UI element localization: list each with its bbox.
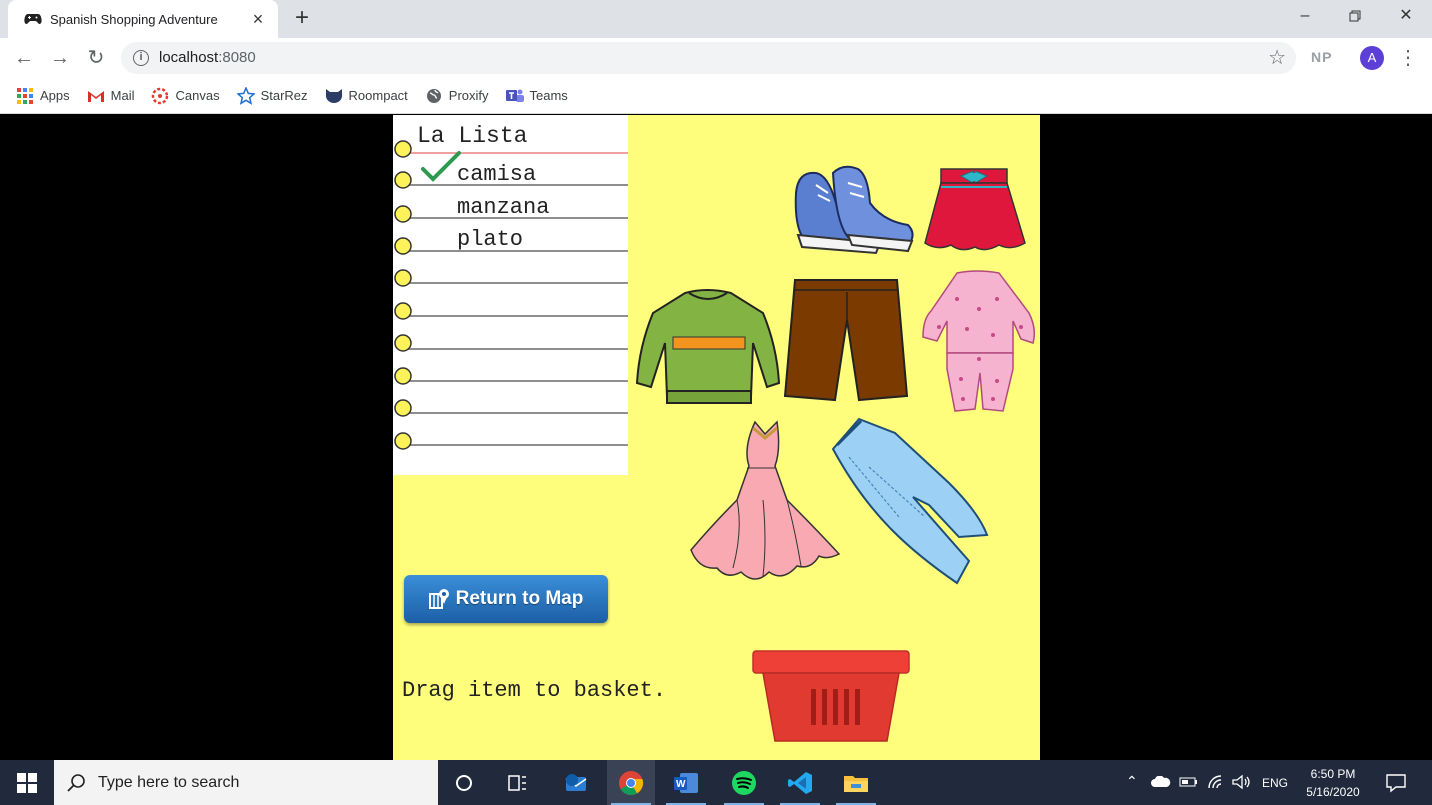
clock-date: 5/16/2020 — [1306, 785, 1360, 799]
skirt-item[interactable] — [921, 167, 1029, 255]
browser-toolbar: ← → ↻ i localhost:8080 ☆ NP A ⋮ — [0, 38, 1432, 78]
browser-tab[interactable]: Spanish Shopping Adventure × — [8, 0, 278, 38]
bookmark-label: StarRez — [260, 88, 308, 103]
sneakers-item[interactable] — [788, 163, 918, 263]
battery-icon[interactable] — [1179, 776, 1199, 788]
notifications-icon[interactable] — [1385, 772, 1407, 794]
chrome-app-icon[interactable] — [607, 760, 655, 805]
onedrive-icon[interactable] — [1151, 776, 1171, 788]
list-title: La Lista — [417, 123, 528, 149]
bookmark-roompact[interactable]: Roompact — [325, 87, 408, 105]
input-language[interactable]: ENG — [1262, 776, 1288, 790]
reload-icon[interactable]: ↻ — [82, 44, 110, 72]
drag-hint-text: Drag item to basket. — [402, 678, 667, 703]
map-pin-icon — [428, 589, 449, 609]
page-viewport: La Lista camisa manzana plato Return to … — [0, 115, 1432, 760]
minimize-icon[interactable]: – — [1280, 0, 1330, 32]
canvas-icon — [151, 87, 169, 105]
list-item: plato — [457, 227, 524, 252]
globe-icon — [425, 87, 443, 105]
clock-time: 6:50 PM — [1310, 767, 1356, 781]
search-placeholder: Type here to search — [98, 773, 240, 791]
windows-start-icon[interactable] — [0, 760, 54, 805]
address-bar[interactable]: i localhost:8080 ☆ — [121, 42, 1296, 74]
bookmark-label: Teams — [529, 88, 568, 103]
bookmark-apps[interactable]: Apps — [16, 87, 70, 105]
browser-tab-strip: Spanish Shopping Adventure × + – ✕ — [0, 0, 1432, 38]
game-canvas: La Lista camisa manzana plato Return to … — [393, 115, 1040, 760]
apps-grid-icon — [16, 87, 34, 105]
checkmark-icon — [421, 151, 461, 182]
task-view-icon[interactable] — [494, 760, 542, 805]
starrez-icon — [236, 86, 255, 105]
return-to-map-button[interactable]: Return to Map — [404, 575, 608, 623]
list-item: camisa — [457, 162, 537, 187]
close-tab-icon[interactable]: × — [248, 9, 268, 30]
list-item: manzana — [457, 195, 550, 220]
info-icon[interactable]: i — [133, 50, 149, 66]
spotify-app-icon[interactable] — [720, 760, 768, 805]
pants-item[interactable] — [783, 278, 909, 403]
bookmark-label: Mail — [110, 88, 135, 103]
dress-item[interactable] — [687, 420, 843, 586]
file-explorer-icon[interactable] — [832, 760, 880, 805]
bookmark-label: Apps — [40, 88, 70, 103]
sweater-item[interactable] — [633, 287, 783, 409]
bookmark-label: Canvas — [175, 88, 220, 103]
return-button-label: Return to Map — [455, 588, 584, 609]
extension-np[interactable]: NP — [1311, 49, 1332, 65]
pajamas-item[interactable] — [917, 269, 1039, 413]
vscode-app-icon[interactable] — [776, 760, 824, 805]
restore-icon[interactable] — [1330, 0, 1380, 32]
word-app-icon[interactable]: W — [662, 760, 710, 805]
bookmark-mail[interactable]: Mail — [87, 87, 135, 105]
more-menu-icon[interactable]: ⋮ — [1398, 45, 1418, 70]
taskbar-clock[interactable]: 6:50 PM 5/16/2020 — [1296, 765, 1370, 801]
tray-chevron-icon[interactable]: ⌃ — [1126, 773, 1138, 790]
bookmarks-bar: Apps Mail Canvas StarRez Roompact Proxif… — [0, 78, 1432, 114]
bookmark-label: Roompact — [348, 88, 408, 103]
taskbar-search-box[interactable]: Type here to search — [54, 760, 438, 805]
jeans-item[interactable] — [829, 417, 991, 587]
new-tab-button[interactable]: + — [288, 5, 316, 33]
profile-avatar[interactable]: A — [1360, 46, 1384, 70]
close-window-icon[interactable]: ✕ — [1381, 0, 1431, 32]
gmail-icon — [87, 87, 105, 105]
url-text: localhost:8080 — [159, 49, 256, 66]
bookmark-star-icon[interactable]: ☆ — [1268, 45, 1286, 70]
roompact-icon — [325, 87, 343, 105]
wifi-icon[interactable] — [1207, 774, 1225, 790]
svg-text:W: W — [676, 779, 686, 790]
gamepad-icon — [24, 12, 42, 26]
tab-title: Spanish Shopping Adventure — [50, 11, 218, 27]
bookmark-canvas[interactable]: Canvas — [151, 87, 220, 105]
shopping-list-notepad: La Lista camisa manzana plato — [393, 115, 628, 475]
bookmark-proxify[interactable]: Proxify — [425, 87, 489, 105]
forward-arrow-icon[interactable]: → — [46, 44, 74, 72]
back-arrow-icon[interactable]: ← — [10, 44, 38, 72]
shopping-basket[interactable] — [751, 649, 911, 745]
volume-icon[interactable] — [1231, 774, 1251, 790]
bookmark-starrez[interactable]: StarRez — [236, 86, 308, 105]
bookmark-label: Proxify — [448, 88, 489, 103]
mail-app-icon[interactable] — [552, 760, 600, 805]
windows-taskbar: Type here to search W ⌃ ENG 6:50 PM 5/16… — [0, 760, 1432, 805]
search-icon — [67, 773, 85, 792]
teams-icon — [505, 87, 524, 105]
cortana-icon[interactable] — [440, 760, 488, 805]
bookmark-teams[interactable]: Teams — [505, 87, 568, 105]
